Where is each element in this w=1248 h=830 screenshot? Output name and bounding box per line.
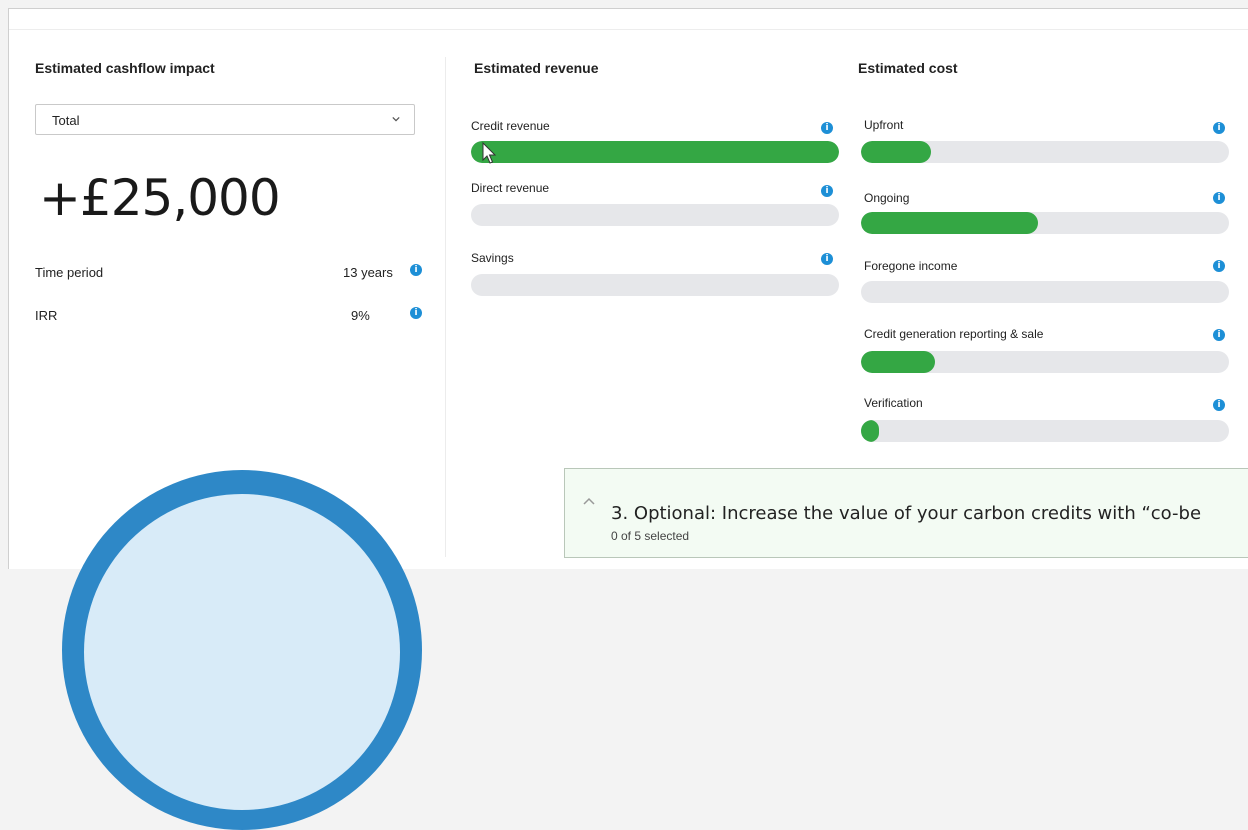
cashflow-total: +£25,000 xyxy=(39,169,281,227)
time-period-label: Time period xyxy=(35,265,104,280)
savings-label: Savings xyxy=(471,251,514,265)
info-icon[interactable]: i xyxy=(1213,122,1225,134)
ongoing-label: Ongoing xyxy=(864,191,910,205)
time-period-value: 13 years xyxy=(343,265,393,280)
credit-generation-label: Credit generation reporting & sale xyxy=(864,327,1044,341)
ongoing-bar xyxy=(861,212,1229,234)
chevron-up-icon[interactable] xyxy=(583,497,595,505)
verification-bar-fill xyxy=(861,420,880,442)
cashflow-heading: Estimated cashflow impact xyxy=(35,60,215,76)
upfront-label: Upfront xyxy=(864,118,904,132)
info-icon[interactable]: i xyxy=(1213,192,1225,204)
info-icon[interactable]: i xyxy=(1213,399,1225,411)
info-icon[interactable]: i xyxy=(821,122,833,134)
cashflow-select-value: Total xyxy=(52,113,80,128)
credit-revenue-bar-fill xyxy=(471,141,839,163)
foregone-income-label: Foregone income xyxy=(864,259,958,273)
cost-heading: Estimated cost xyxy=(858,60,958,76)
ongoing-bar-fill xyxy=(861,212,1038,234)
chevron-down-icon xyxy=(392,116,400,122)
top-divider xyxy=(9,29,1248,30)
credit-revenue-label: Credit revenue xyxy=(471,119,550,133)
cashflow-period-select[interactable]: Total xyxy=(35,104,415,135)
cobenefits-selected-count: 0 of 5 selected xyxy=(611,529,690,543)
credit-generation-bar xyxy=(861,351,1229,373)
column-divider xyxy=(445,57,446,557)
direct-revenue-bar xyxy=(471,204,839,226)
info-icon[interactable]: i xyxy=(821,185,833,197)
info-icon[interactable]: i xyxy=(1213,329,1225,341)
irr-value: 9% xyxy=(351,308,370,323)
revenue-heading: Estimated revenue xyxy=(474,60,599,76)
verification-label: Verification xyxy=(864,396,923,410)
irr-label: IRR xyxy=(35,308,58,323)
credit-revenue-bar xyxy=(471,141,839,163)
cashflow-donut-center xyxy=(84,494,400,810)
cobenefits-panel[interactable]: 3. Optional: Increase the value of your … xyxy=(564,468,1248,558)
info-icon[interactable]: i xyxy=(1213,260,1225,272)
info-icon[interactable]: i xyxy=(410,264,422,276)
verification-bar xyxy=(861,420,1229,442)
upfront-bar xyxy=(861,141,1229,163)
cobenefits-title: 3. Optional: Increase the value of your … xyxy=(611,503,1202,524)
upfront-bar-fill xyxy=(861,141,931,163)
foregone-income-bar xyxy=(861,281,1229,303)
savings-bar xyxy=(471,274,839,296)
direct-revenue-label: Direct revenue xyxy=(471,181,550,195)
mouse-pointer-icon xyxy=(482,142,497,164)
info-icon[interactable]: i xyxy=(821,253,833,265)
info-icon[interactable]: i xyxy=(410,307,422,319)
credit-generation-bar-fill xyxy=(861,351,935,373)
